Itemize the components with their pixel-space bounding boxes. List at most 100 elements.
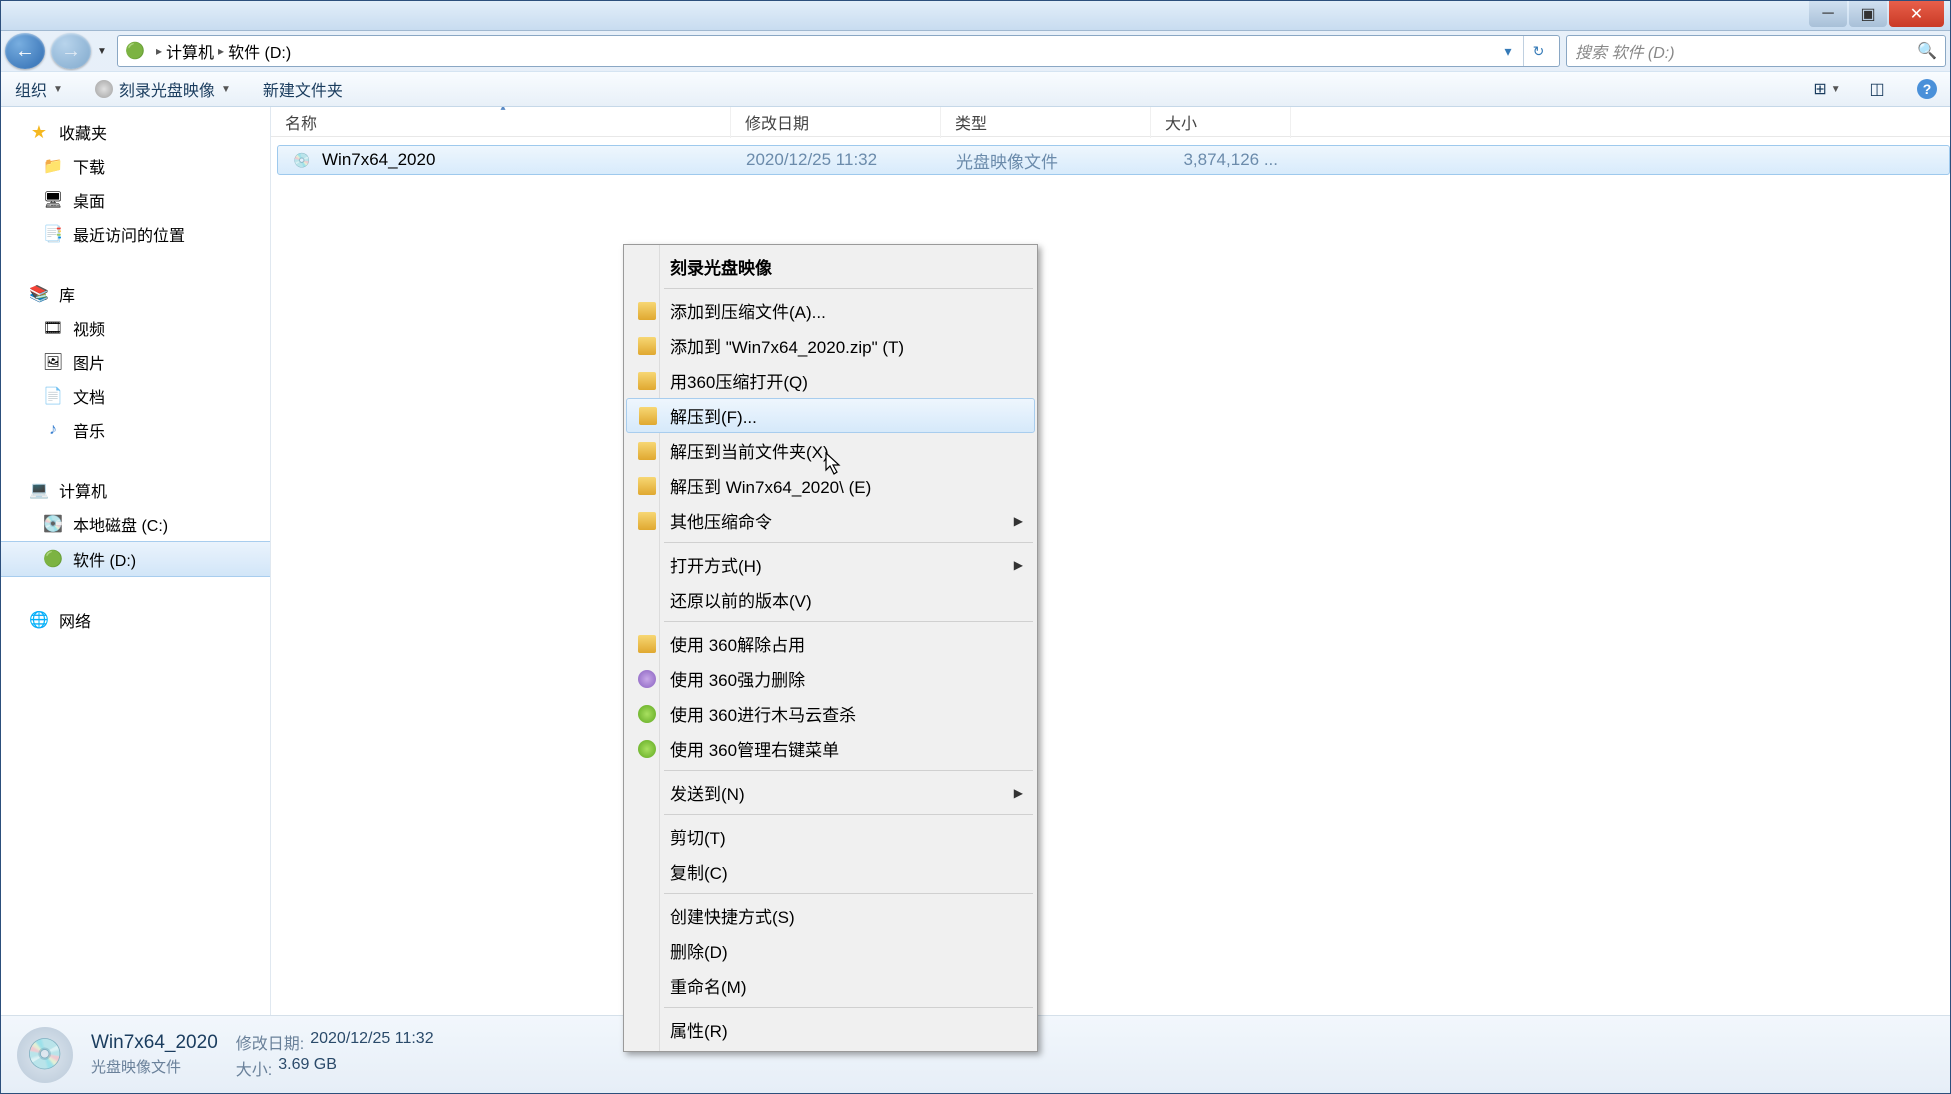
archive-icon (636, 475, 658, 497)
help-button[interactable]: ? (1912, 75, 1942, 103)
sort-indicator-icon: ▴ (501, 107, 506, 113)
ctx-burn-disc-image[interactable]: 刻录光盘映像 (626, 249, 1035, 284)
file-type-cell: 光盘映像文件 (942, 146, 1152, 175)
ctx-360-trojan-scan[interactable]: 使用 360进行木马云查杀 (626, 696, 1035, 731)
details-date-value: 2020/12/25 11:32 (310, 1030, 433, 1054)
drive-icon: 💽 (43, 514, 63, 534)
ctx-properties[interactable]: 属性(R) (626, 1012, 1035, 1047)
archive-icon (636, 370, 658, 392)
chevron-down-icon: ▼ (1831, 84, 1841, 95)
ctx-cut[interactable]: 剪切(T) (626, 819, 1035, 854)
menu-separator (664, 288, 1033, 289)
search-input[interactable]: 搜索 软件 (D:) 🔍 (1566, 35, 1946, 67)
sidebar-item-recent[interactable]: 📑最近访问的位置 (1, 217, 270, 251)
sidebar-network-header[interactable]: 🌐网络 (1, 603, 270, 637)
archive-icon (636, 510, 658, 532)
picture-icon: 🖼 (43, 352, 63, 372)
burn-image-button[interactable]: 刻录光盘映像▼ (89, 73, 237, 105)
menu-separator (664, 542, 1033, 543)
drive-icon: 🟢 (43, 549, 63, 569)
file-row[interactable]: 💿 Win7x64_2020 2020/12/25 11:32 光盘映像文件 3… (277, 145, 1950, 175)
archive-icon (637, 405, 659, 427)
sidebar-item-pictures[interactable]: 🖼图片 (1, 345, 270, 379)
network-icon: 🌐 (29, 610, 49, 630)
nav-history-dropdown[interactable]: ▼ (97, 46, 111, 57)
search-icon: 🔍 (1917, 41, 1937, 61)
details-filename: Win7x64_2020 (91, 1032, 218, 1054)
ctx-open-with[interactable]: 打开方式(H)▶ (626, 547, 1035, 582)
view-mode-button[interactable]: ⊞▼ (1812, 75, 1842, 103)
preview-pane-button[interactable]: ◫ (1862, 75, 1892, 103)
column-size[interactable]: 大小 (1151, 107, 1291, 138)
sidebar-item-software-d[interactable]: 🟢软件 (D:) (1, 541, 270, 577)
music-icon: ♪ (43, 420, 63, 440)
sidebar-item-downloads[interactable]: 📁下载 (1, 149, 270, 183)
ctx-send-to[interactable]: 发送到(N)▶ (626, 775, 1035, 810)
ctx-extract-to-named[interactable]: 解压到 Win7x64_2020\ (E) (626, 468, 1035, 503)
ctx-add-to-archive[interactable]: 添加到压缩文件(A)... (626, 293, 1035, 328)
sidebar-item-videos[interactable]: 🎞视频 (1, 311, 270, 345)
library-icon: 📚 (29, 284, 49, 304)
breadcrumb-drive[interactable]: 软件 (D:) (228, 39, 291, 63)
titlebar: ─ ▣ ✕ (1, 1, 1950, 31)
sidebar-item-local-c[interactable]: 💽本地磁盘 (C:) (1, 507, 270, 541)
sidebar-computer-header[interactable]: 💻计算机 (1, 473, 270, 507)
column-date[interactable]: 修改日期 (731, 107, 941, 138)
submenu-arrow-icon: ▶ (1014, 786, 1023, 800)
ctx-add-to-zip[interactable]: 添加到 "Win7x64_2020.zip" (T) (626, 328, 1035, 363)
sidebar: ★收藏夹 📁下载 🖥桌面 📑最近访问的位置 📚库 🎞视频 🖼图片 📄文档 ♪音乐… (1, 107, 271, 1015)
star-icon: ★ (29, 122, 49, 142)
sidebar-item-desktop[interactable]: 🖥桌面 (1, 183, 270, 217)
nav-row: ← → ▼ 🟢 ▸ 计算机 ▸ 软件 (D:) ▾ ↻ 搜索 软件 (D:) 🔍 (1, 31, 1950, 71)
scan-icon (636, 703, 658, 725)
sidebar-item-documents[interactable]: 📄文档 (1, 379, 270, 413)
delete-icon (636, 668, 658, 690)
back-button[interactable]: ← (5, 33, 45, 69)
new-folder-button[interactable]: 新建文件夹 (257, 73, 349, 105)
address-dropdown-icon[interactable]: ▾ (1493, 36, 1523, 66)
document-icon: 📄 (43, 386, 63, 406)
ctx-360-unlock[interactable]: 使用 360解除占用 (626, 626, 1035, 661)
minimize-button[interactable]: ─ (1809, 1, 1847, 27)
column-type[interactable]: 类型 (941, 107, 1151, 138)
ctx-create-shortcut[interactable]: 创建快捷方式(S) (626, 898, 1035, 933)
ctx-rename[interactable]: 重命名(M) (626, 968, 1035, 1003)
ctx-360-manage-menu[interactable]: 使用 360管理右键菜单 (626, 731, 1035, 766)
desktop-icon: 🖥 (43, 190, 63, 210)
file-size-cell: 3,874,126 ... (1152, 148, 1292, 172)
details-size-label: 大小: (236, 1056, 272, 1080)
menu-separator (664, 814, 1033, 815)
context-menu: 刻录光盘映像 添加到压缩文件(A)... 添加到 "Win7x64_2020.z… (623, 244, 1038, 1052)
sidebar-favorites-header[interactable]: ★收藏夹 (1, 115, 270, 149)
ctx-360-force-delete[interactable]: 使用 360强力删除 (626, 661, 1035, 696)
archive-icon (636, 335, 658, 357)
close-button[interactable]: ✕ (1889, 1, 1944, 27)
recent-icon: 📑 (43, 224, 63, 244)
address-bar[interactable]: 🟢 ▸ 计算机 ▸ 软件 (D:) ▾ ↻ (117, 35, 1560, 67)
chevron-down-icon: ▼ (53, 84, 63, 95)
submenu-arrow-icon: ▶ (1014, 558, 1023, 572)
ctx-copy[interactable]: 复制(C) (626, 854, 1035, 889)
refresh-button[interactable]: ↻ (1523, 36, 1553, 66)
ctx-open-with-360zip[interactable]: 用360压缩打开(Q) (626, 363, 1035, 398)
submenu-arrow-icon: ▶ (1014, 514, 1023, 528)
maximize-button[interactable]: ▣ (1849, 1, 1887, 27)
file-name-cell: 💿 Win7x64_2020 (278, 148, 732, 172)
sidebar-item-music[interactable]: ♪音乐 (1, 413, 270, 447)
ctx-extract-to[interactable]: 解压到(F)... (626, 398, 1035, 433)
folder-icon: 📁 (43, 156, 63, 176)
breadcrumb-computer[interactable]: 计算机 (166, 39, 214, 63)
forward-button[interactable]: → (51, 33, 91, 69)
sidebar-libraries-header[interactable]: 📚库 (1, 277, 270, 311)
video-icon: 🎞 (43, 318, 63, 338)
ctx-delete[interactable]: 删除(D) (626, 933, 1035, 968)
computer-icon: 💻 (29, 480, 49, 500)
file-list-pane: 名称▴ 修改日期 类型 大小 💿 Win7x64_2020 2020/12/25… (271, 107, 1950, 1015)
details-filetype: 光盘映像文件 (91, 1056, 218, 1077)
ctx-restore-previous[interactable]: 还原以前的版本(V) (626, 582, 1035, 617)
toolbar: 组织▼ 刻录光盘映像▼ 新建文件夹 ⊞▼ ◫ ? (1, 71, 1950, 107)
organize-menu[interactable]: 组织▼ (9, 73, 69, 105)
column-name[interactable]: 名称▴ (271, 107, 731, 138)
ctx-other-compress[interactable]: 其他压缩命令▶ (626, 503, 1035, 538)
ctx-extract-here[interactable]: 解压到当前文件夹(X) (626, 433, 1035, 468)
